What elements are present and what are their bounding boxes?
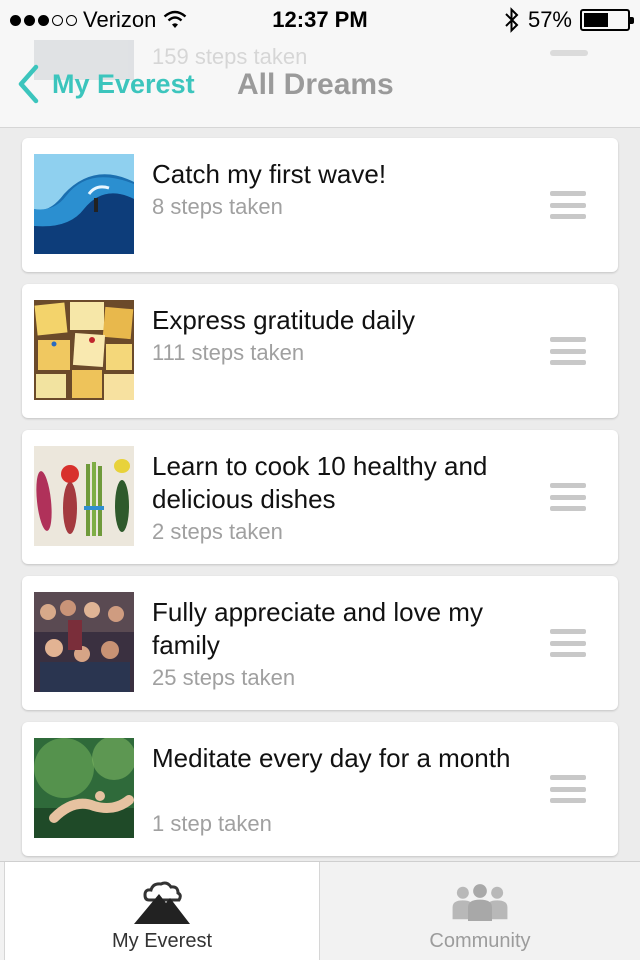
tab-label: My Everest bbox=[111, 930, 213, 952]
reorder-handle-icon[interactable] bbox=[550, 629, 586, 657]
dream-thumbnail-vegetables bbox=[34, 446, 134, 546]
carrier-name: Verizon bbox=[83, 7, 157, 32]
dream-title: Express gratitude daily bbox=[152, 305, 416, 335]
dream-steps: 8 steps taken bbox=[152, 194, 283, 219]
signal-strength-icon bbox=[10, 14, 77, 26]
navigation-bar: 159 steps taken My Everest All Dreams bbox=[0, 40, 640, 128]
dream-steps: 2 steps taken bbox=[152, 519, 283, 544]
dream-card[interactable]: Catch my first wave! 8 steps taken bbox=[22, 138, 618, 272]
tab-label: Community bbox=[429, 930, 531, 952]
battery-level-fill bbox=[584, 13, 608, 27]
tab-bar: My Everest Community bbox=[0, 861, 640, 960]
dream-thumbnail-gratitude bbox=[34, 300, 134, 400]
back-button-label: My Everest bbox=[52, 68, 195, 99]
dream-steps: 1 step taken bbox=[152, 811, 272, 836]
wifi-icon bbox=[164, 10, 187, 28]
page-title: All Dreams bbox=[237, 68, 394, 101]
dream-title: Learn to cook 10 healthy and delicious d… bbox=[152, 451, 488, 514]
dream-steps: 111 steps taken bbox=[152, 340, 305, 365]
dream-thumbnail-family bbox=[34, 592, 134, 692]
battery-icon bbox=[580, 9, 634, 31]
dream-card[interactable]: Learn to cook 10 healthy and delicious d… bbox=[22, 430, 618, 564]
dream-steps: 25 steps taken bbox=[152, 665, 296, 690]
dream-title: Meditate every day for a month bbox=[152, 743, 511, 773]
battery-percent: 57% bbox=[527, 7, 572, 32]
bluetooth-icon bbox=[505, 7, 519, 33]
chevron-left-icon bbox=[18, 64, 39, 104]
reorder-handle-icon[interactable] bbox=[550, 337, 586, 365]
dream-thumbnail-surfing bbox=[34, 154, 134, 254]
back-button[interactable]: My Everest bbox=[16, 64, 195, 104]
reorder-handle-icon[interactable] bbox=[550, 191, 586, 219]
status-right: 57% bbox=[504, 7, 634, 33]
carrier-info: Verizon bbox=[10, 7, 188, 33]
scrolled-row-handle bbox=[550, 50, 588, 56]
tab-my-everest[interactable]: My Everest bbox=[4, 862, 320, 960]
dream-title: Fully appreciate and love my family bbox=[152, 597, 483, 660]
reorder-handle-icon[interactable] bbox=[550, 483, 586, 511]
status-bar: Verizon 12:37 PM 57% bbox=[0, 0, 640, 40]
dream-card[interactable]: Express gratitude daily 111 steps taken bbox=[22, 284, 618, 418]
dream-thumbnail-meditation bbox=[34, 738, 134, 838]
mountain-cloud-icon bbox=[134, 881, 190, 924]
dream-card[interactable]: Meditate every day for a month 1 step ta… bbox=[22, 722, 618, 856]
dream-card[interactable]: Fully appreciate and love my family 25 s… bbox=[22, 576, 618, 710]
dream-title: Catch my first wave! bbox=[152, 159, 387, 189]
tab-community[interactable]: Community bbox=[320, 862, 640, 960]
people-group-icon bbox=[452, 884, 508, 921]
reorder-handle-icon[interactable] bbox=[550, 775, 586, 803]
